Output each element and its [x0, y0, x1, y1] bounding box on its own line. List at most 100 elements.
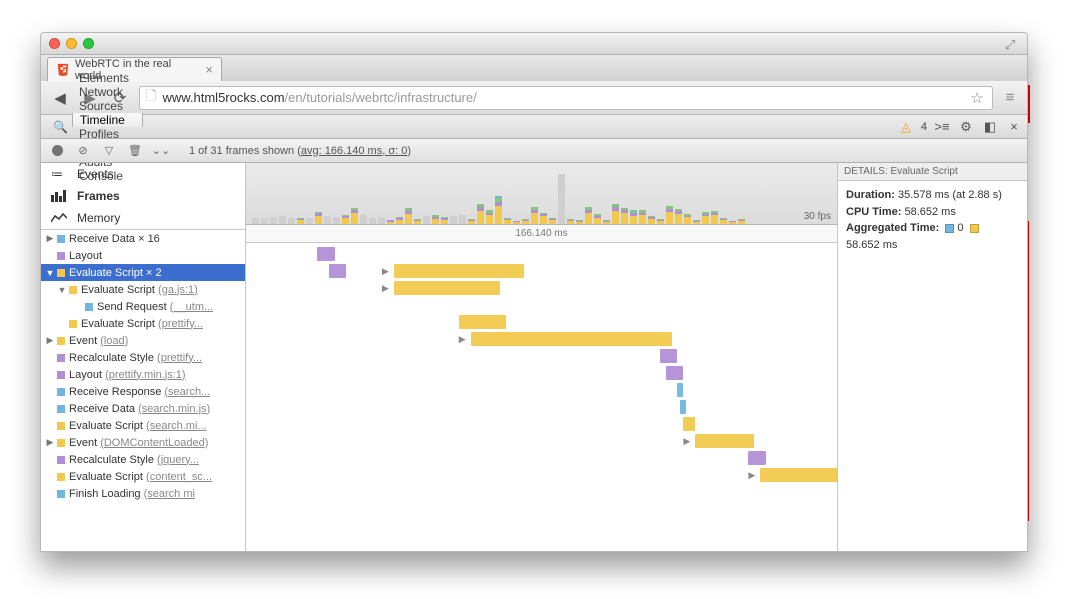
overview-bars[interactable]: 30 fps [246, 163, 837, 225]
record-row[interactable]: Recalculate Style (prettify... [41, 349, 245, 366]
console-toggle-icon[interactable]: >≡ [933, 118, 951, 136]
record-row[interactable]: Recalculate Style (jquery... [41, 451, 245, 468]
zoom-window-button[interactable] [83, 38, 94, 49]
flame-view-toggle[interactable]: ⌄⌄ [153, 143, 169, 159]
status-avg-link[interactable]: avg: 166.140 ms, σ: 0 [301, 145, 407, 157]
overview-frame-bar[interactable] [360, 215, 367, 224]
minimize-window-button[interactable] [66, 38, 77, 49]
overview-frame-bar[interactable] [324, 216, 331, 224]
overview-frame-bar[interactable] [252, 218, 259, 224]
overview-frame-bar[interactable] [522, 219, 529, 224]
overview-frame-bar[interactable] [639, 210, 646, 224]
overview-frame-bar[interactable] [648, 216, 655, 224]
flame-bar[interactable] [683, 417, 695, 431]
devtools-tab-network[interactable]: Network [72, 85, 143, 99]
overview-frame-bar[interactable] [405, 208, 412, 224]
settings-gear-icon[interactable]: ⚙ [957, 118, 975, 136]
overview-frame-bar[interactable] [684, 214, 691, 224]
overview-frame-bar[interactable] [702, 212, 709, 224]
overview-frame-bar[interactable] [414, 219, 421, 224]
warning-icon[interactable]: ◬ [897, 118, 915, 136]
devtools-tab-elements[interactable]: Elements [72, 71, 143, 85]
devtools-tab-console[interactable]: Console [72, 169, 143, 183]
overview-frame-bar[interactable] [297, 218, 304, 224]
overview-frame-bar[interactable] [729, 221, 736, 224]
record-row[interactable]: ▶Event (load) [41, 332, 245, 349]
flame-bar[interactable] [760, 468, 837, 482]
overview-frame-bar[interactable] [513, 221, 520, 224]
overview-frame-bar[interactable] [459, 215, 466, 224]
filter-button[interactable]: ▽ [101, 143, 117, 159]
garbage-collect-button[interactable]: 🗑 [127, 143, 143, 159]
flame-bar[interactable] [394, 281, 500, 295]
overview-frame-bar[interactable] [675, 209, 682, 224]
url-field[interactable]: 🗋 www.html5rocks.com/en/tutorials/webrtc… [139, 86, 993, 110]
expand-tri-icon[interactable]: ▶ [382, 283, 389, 294]
expand-tri-icon[interactable]: ▶ [459, 334, 466, 345]
record-row[interactable]: Evaluate Script (search.mi... [41, 417, 245, 434]
overview-frame-bar[interactable] [495, 196, 502, 224]
flame-bar[interactable] [394, 264, 524, 278]
bookmark-star-icon[interactable]: ☆ [968, 89, 986, 107]
record-row[interactable]: Layout (prettify.min.js:1) [41, 366, 245, 383]
view-memory[interactable]: Memory [41, 207, 245, 229]
overview-frame-bar[interactable] [603, 220, 610, 224]
flame-bar[interactable] [459, 315, 506, 329]
record-row[interactable]: Layout [41, 247, 245, 264]
overview-frame-bar[interactable] [558, 174, 565, 224]
overview-frame-bar[interactable] [621, 208, 628, 224]
overview-frame-bar[interactable] [468, 219, 475, 224]
overview-frame-bar[interactable] [504, 218, 511, 224]
overview-frame-bar[interactable] [387, 220, 394, 225]
overview-frame-bar[interactable] [396, 217, 403, 224]
inspect-icon[interactable]: 🔍 [53, 120, 68, 134]
overview-frame-bar[interactable] [423, 216, 430, 224]
overview-frame-bar[interactable] [738, 219, 745, 224]
overview-frame-bar[interactable] [666, 206, 673, 224]
dock-side-icon[interactable]: ◧ [981, 118, 999, 136]
flame-bar[interactable] [666, 366, 684, 380]
record-row[interactable]: ▼Evaluate Script × 2 [41, 264, 245, 281]
chrome-menu-icon[interactable]: ≡ [1001, 89, 1019, 107]
flame-bar[interactable] [680, 400, 686, 414]
overview-frame-bar[interactable] [315, 212, 322, 224]
expand-tri-icon[interactable]: ▶ [683, 436, 690, 447]
flame-bar[interactable] [695, 434, 754, 448]
overview-frame-bar[interactable] [342, 215, 349, 224]
close-devtools-icon[interactable]: × [1005, 118, 1023, 136]
overview-frame-bar[interactable] [378, 217, 385, 224]
overview-frame-bar[interactable] [585, 207, 592, 224]
devtools-tab-sources[interactable]: Sources [72, 99, 143, 113]
overview-frame-bar[interactable] [693, 220, 700, 224]
record-row[interactable]: ▶Event (DOMContentLoaded) [41, 434, 245, 451]
record-button[interactable] [49, 143, 65, 159]
overview-frame-bar[interactable] [612, 204, 619, 224]
flame-bar[interactable] [677, 383, 683, 397]
flame-chart[interactable]: ▶▶▶▶▶ [246, 243, 837, 551]
overview-frame-bar[interactable] [306, 218, 313, 224]
record-row[interactable]: Receive Data (search.min.js) [41, 400, 245, 417]
overview-frame-bar[interactable] [657, 219, 664, 224]
overview-frame-bar[interactable] [630, 210, 637, 224]
flame-bar[interactable] [471, 332, 672, 346]
overview-frame-bar[interactable] [288, 218, 295, 224]
view-frames[interactable]: Frames [41, 185, 245, 207]
overview-frame-bar[interactable] [333, 217, 340, 224]
close-tab-icon[interactable]: × [205, 62, 213, 77]
overview-frame-bar[interactable] [486, 210, 493, 224]
record-row[interactable]: ▼Evaluate Script (ga.js:1) [41, 281, 245, 298]
overview-frame-bar[interactable] [549, 218, 556, 224]
devtools-tab-timeline[interactable]: Timeline [72, 113, 143, 127]
overview-frame-bar[interactable] [594, 214, 601, 224]
flame-bar[interactable] [660, 349, 678, 363]
close-window-button[interactable] [49, 38, 60, 49]
clear-button[interactable]: ⊘ [75, 143, 91, 159]
overview-frame-bar[interactable] [531, 207, 538, 224]
record-row[interactable]: Receive Response (search... [41, 383, 245, 400]
expand-tri-icon[interactable]: ▶ [382, 266, 389, 277]
back-button[interactable]: ◀ [49, 87, 71, 109]
flame-bar[interactable] [748, 451, 766, 465]
flame-bar[interactable] [329, 264, 347, 278]
record-row[interactable]: Evaluate Script (prettify... [41, 315, 245, 332]
overview-frame-bar[interactable] [369, 218, 376, 224]
